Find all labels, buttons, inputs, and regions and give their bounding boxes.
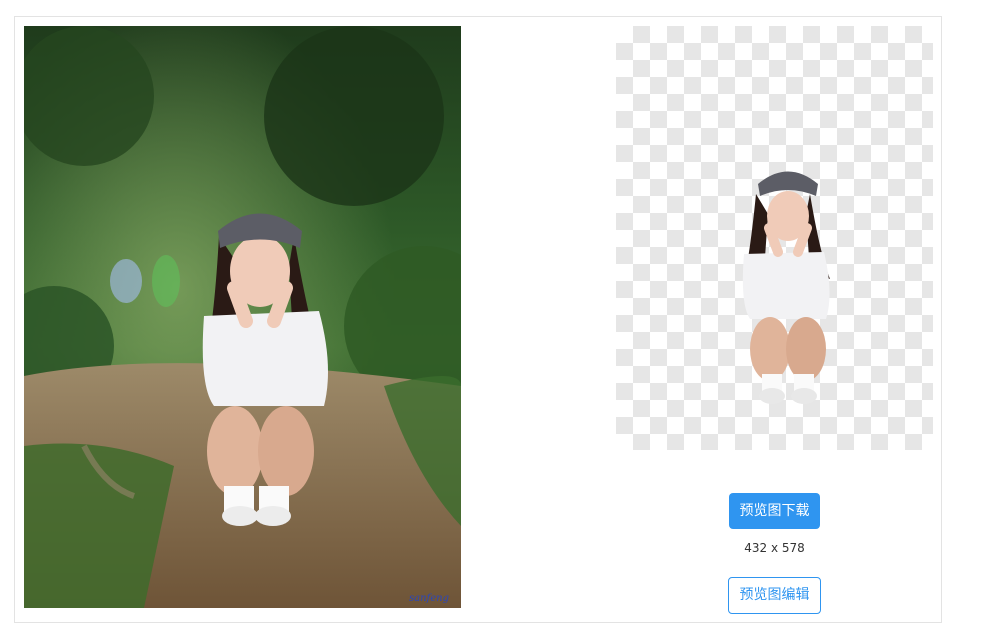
- cutout-preview: [616, 26, 933, 450]
- image-dimensions: 432 x 578: [744, 541, 805, 555]
- original-photo: [24, 26, 461, 608]
- original-image: sanfeng: [24, 26, 461, 608]
- download-preview-button[interactable]: 预览图下载: [729, 493, 820, 529]
- watermark-text: sanfeng: [409, 593, 449, 604]
- cutout-figure: [742, 171, 830, 404]
- edit-preview-button[interactable]: 预览图编辑: [728, 577, 821, 614]
